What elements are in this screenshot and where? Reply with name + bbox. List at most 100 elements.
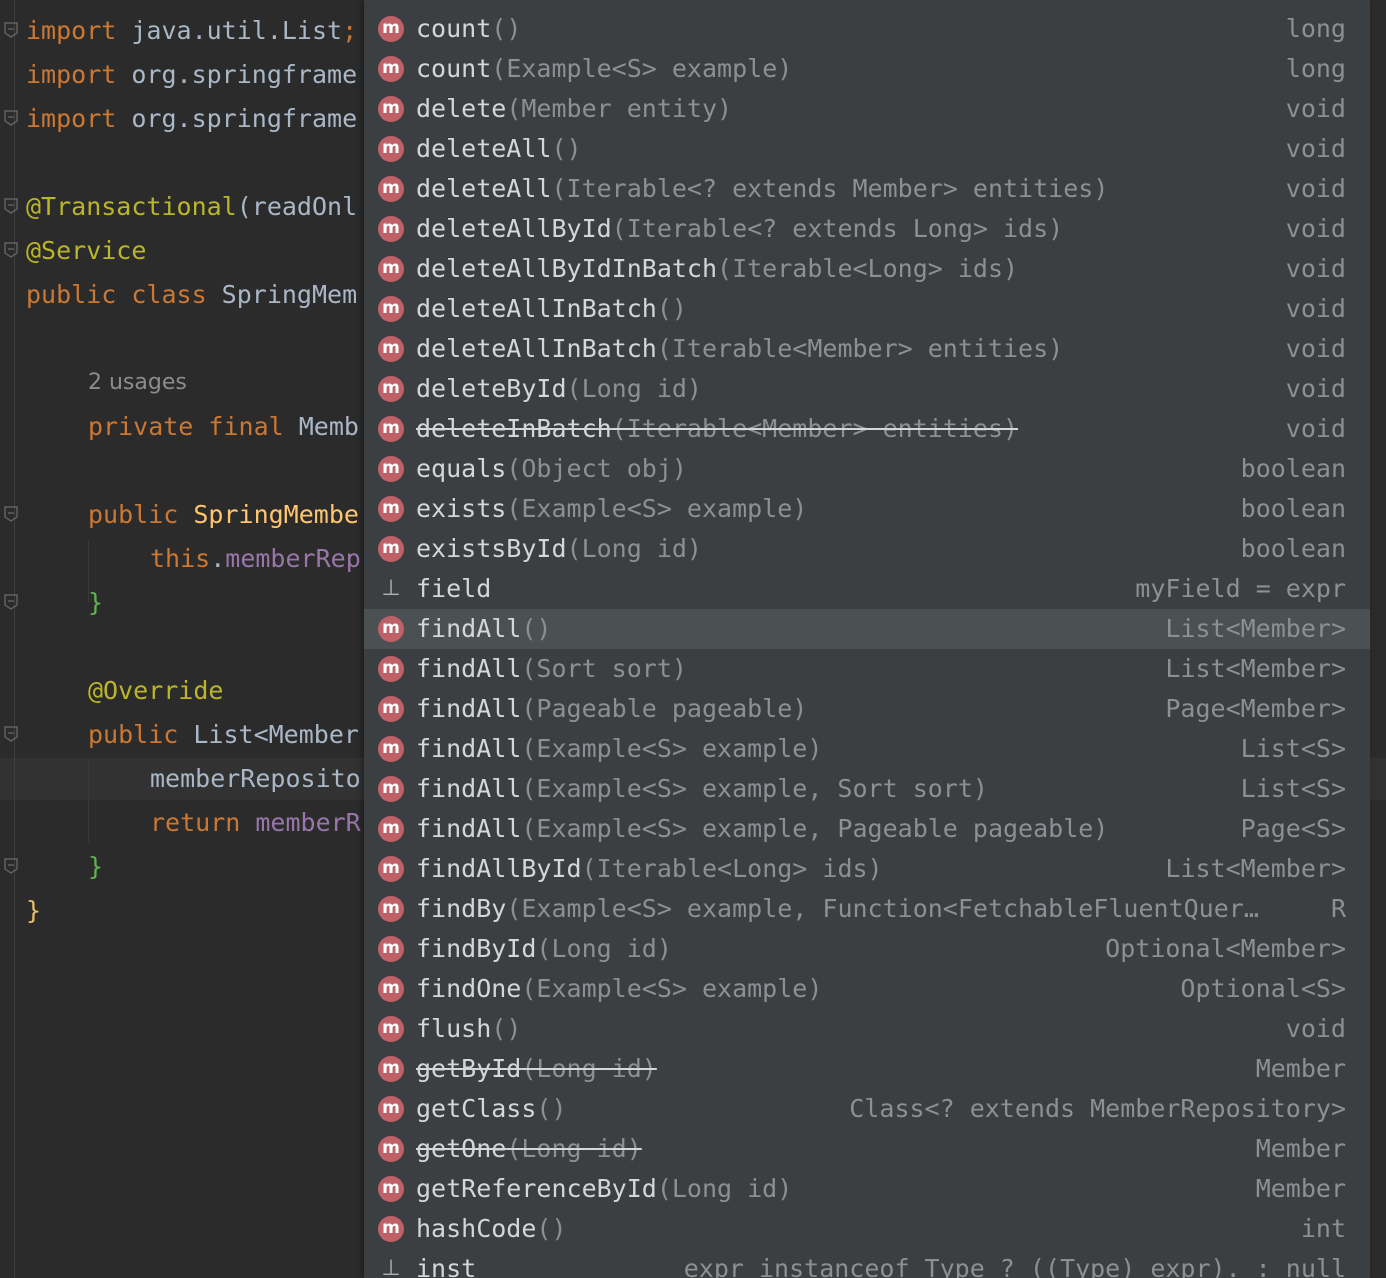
completion-item-params: (Example<S> example) <box>521 974 823 1003</box>
code-line[interactable]: private final Memb <box>88 412 359 442</box>
code-line[interactable]: memberReposito <box>150 764 361 794</box>
completion-item[interactable]: m findById(Long id) Optional<Member> <box>364 929 1370 969</box>
code-completion-popup[interactable]: m count() long m count(Example<S> example) lo… <box>364 0 1370 1278</box>
fold-marker-icon[interactable] <box>4 198 18 214</box>
completion-item[interactable]: m count(Example<S> example) long <box>364 49 1370 89</box>
completion-item[interactable]: m getReferenceById(Long id) Member <box>364 1169 1370 1209</box>
code-line[interactable]: public List<Member <box>88 720 359 750</box>
completion-item-signature: inst <box>416 1254 476 1278</box>
completion-item-params: (Long id) <box>566 374 702 403</box>
completion-item[interactable]: ⊥ field myField = expr <box>364 569 1370 609</box>
completion-item[interactable]: m findAll(Example<S> example, Pageable pa… <box>364 809 1370 849</box>
completion-item-signature: findById(Long id) <box>416 934 672 964</box>
completion-item-name: inst <box>416 1254 477 1278</box>
completion-item[interactable]: m flush() void <box>364 1009 1370 1049</box>
completion-item-signature: count() <box>416 14 521 44</box>
completion-item[interactable]: m getById(Long id) Member <box>364 1049 1370 1089</box>
completion-item[interactable]: m existsById(Long id) boolean <box>364 529 1370 569</box>
completion-item[interactable]: ⊥ inst expr instanceof Type ? ((Type) expr… <box>364 1249 1370 1278</box>
completion-item[interactable]: m deleteById(Long id) void <box>364 369 1370 409</box>
completion-item-signature: deleteInBatch(Iterable<Member> entities) <box>416 414 1018 444</box>
method-icon: m <box>378 536 404 562</box>
completion-item-signature: findAll(Example<S> example, Pageable pag… <box>416 814 1108 844</box>
method-icon: m <box>378 1216 404 1242</box>
method-icon: m <box>378 1176 404 1202</box>
code-line[interactable]: } <box>26 896 41 926</box>
code-line[interactable]: @Override <box>88 676 223 706</box>
method-icon: m <box>378 616 404 642</box>
completion-item-return-type: void <box>1285 94 1346 123</box>
completion-item-params: (Long id) <box>566 534 702 563</box>
completion-item[interactable]: m findOne(Example<S> example) Optional<S> <box>364 969 1370 1009</box>
fold-marker-icon[interactable] <box>4 506 18 522</box>
code-line[interactable]: } <box>88 852 103 882</box>
completion-item-name: equals <box>416 454 507 483</box>
fold-marker-icon[interactable] <box>4 594 18 610</box>
method-icon: m <box>378 896 404 922</box>
completion-item[interactable]: m deleteAllInBatch(Iterable<Member> entit… <box>364 329 1370 369</box>
method-icon: m <box>378 496 404 522</box>
completion-item[interactable]: m deleteAll(Iterable<? extends Member> en… <box>364 169 1370 209</box>
completion-item-signature: findAll() <box>416 614 551 644</box>
code-line[interactable]: import org.springframe <box>26 104 357 134</box>
completion-item[interactable]: m delete(Member entity) void <box>364 89 1370 129</box>
method-icon: m <box>378 1016 404 1042</box>
completion-item-params: () <box>536 1214 567 1243</box>
code-line[interactable]: this.memberRep <box>150 544 361 574</box>
method-icon: m <box>378 936 404 962</box>
completion-item[interactable]: m equals(Object obj) boolean <box>364 449 1370 489</box>
completion-item[interactable]: m deleteAllInBatch() void <box>364 289 1370 329</box>
code-line[interactable]: return memberR <box>150 808 361 838</box>
completion-item-return-type: List<Member> <box>1165 854 1346 883</box>
completion-item-params: () <box>491 1014 522 1043</box>
completion-item-return-type: void <box>1285 334 1346 363</box>
completion-item[interactable]: m deleteAllByIdInBatch(Iterable<Long> ids… <box>364 249 1370 289</box>
code-line[interactable]: import org.springframe <box>26 60 357 90</box>
completion-item[interactable]: m count() long <box>364 9 1370 49</box>
code-token: return <box>150 808 241 837</box>
completion-item-name: deleteAllById <box>416 214 612 243</box>
fold-marker-icon[interactable] <box>4 242 18 258</box>
fold-marker-icon[interactable] <box>4 858 18 874</box>
completion-item[interactable]: m deleteAllById(Iterable<? extends Long> … <box>364 209 1370 249</box>
completion-item[interactable]: m deleteInBatch(Iterable<Member> entities… <box>364 409 1370 449</box>
method-icon: m <box>378 376 404 402</box>
code-line[interactable]: public class SpringMem <box>26 280 357 310</box>
code-line[interactable]: } <box>88 588 103 618</box>
code-line[interactable]: import java.util.List; <box>26 16 357 46</box>
code-line[interactable]: public SpringMembe <box>88 500 359 530</box>
completion-item[interactable]: m findAll(Sort sort) List<Member> <box>364 649 1370 689</box>
completion-item[interactable]: m deleteAll() void <box>364 129 1370 169</box>
method-icon: m <box>378 416 404 442</box>
completion-item-params: () <box>536 1094 567 1123</box>
completion-item[interactable]: m findAll(Pageable pageable) Page<Member> <box>364 689 1370 729</box>
fold-marker-icon[interactable] <box>4 110 18 126</box>
completion-item[interactable]: m findBy(Example<S> example, Function<Fet… <box>364 889 1370 929</box>
completion-item[interactable]: m findAll(Example<S> example) List<S> <box>364 729 1370 769</box>
code-token: import <box>26 16 117 45</box>
completion-item-params: (Member entity) <box>506 94 733 123</box>
fold-marker-icon[interactable] <box>4 726 18 742</box>
completion-item-return-type: void <box>1285 414 1346 443</box>
completion-item[interactable]: m findAll() List<Member> <box>364 609 1370 649</box>
completion-item-name: deleteAll <box>416 134 552 163</box>
completion-item[interactable]: m findAll(Example<S> example, Sort sort) L… <box>364 769 1370 809</box>
completion-item-name: deleteAllByIdInBatch <box>416 254 718 283</box>
completion-item[interactable]: m findAllById(Iterable<Long> ids) List<Mem… <box>364 849 1370 889</box>
method-icon: m <box>378 16 404 42</box>
completion-item[interactable]: m hashCode() int <box>364 1209 1370 1249</box>
code-line[interactable]: @Service <box>26 236 146 266</box>
code-line[interactable]: @Transactional(readOnl <box>26 192 357 222</box>
completion-item[interactable]: m exists(Example<S> example) boolean <box>364 489 1370 529</box>
indent-guide <box>88 760 89 842</box>
completion-item-return-type: void <box>1285 254 1346 283</box>
completion-item-return-type: List<Member> <box>1165 614 1346 643</box>
completion-item-name: hashCode <box>416 1214 537 1243</box>
completion-item-name: findAll <box>416 694 522 723</box>
usages-hint[interactable]: 2 usages <box>88 370 187 395</box>
completion-item[interactable]: m getOne(Long id) Member <box>364 1129 1370 1169</box>
completion-item-name: getClass <box>416 1094 537 1123</box>
completion-item-return-type: Member <box>1255 1174 1346 1203</box>
fold-marker-icon[interactable] <box>4 22 18 38</box>
completion-item[interactable]: m getClass() Class<? extends MemberReposit… <box>364 1089 1370 1129</box>
